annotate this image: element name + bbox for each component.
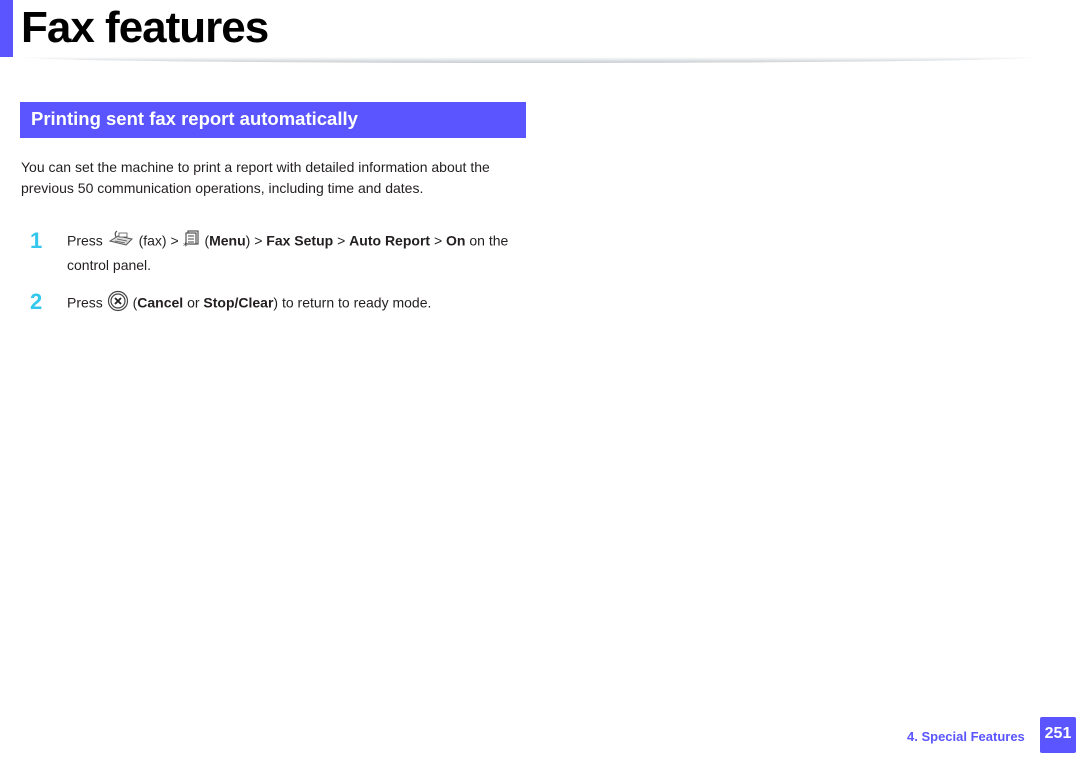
section-heading: Printing sent fax report automatically (31, 108, 358, 129)
page-number-badge: 251 (1040, 717, 1076, 753)
title-accent-bar (0, 0, 13, 57)
section-header: Printing sent fax report automatically (20, 102, 526, 138)
intro-paragraph: You can set the machine to print a repor… (21, 159, 490, 196)
svg-text:*: * (183, 242, 188, 249)
menu-icon: * (183, 229, 201, 255)
step-text: Press (fax) > * (Menu) > Fax Setup > Aut… (67, 229, 527, 276)
step-number: 1 (30, 228, 43, 253)
step-text: Press (Cancel or Stop/Clear) to return t… (67, 290, 527, 318)
chapter-link[interactable]: 4. Special Features (907, 729, 1025, 744)
fax-icon (107, 229, 135, 255)
cancel-icon (107, 290, 129, 318)
step-number: 2 (30, 289, 43, 314)
title-divider (20, 57, 1035, 63)
page-title: Fax features (21, 3, 269, 52)
